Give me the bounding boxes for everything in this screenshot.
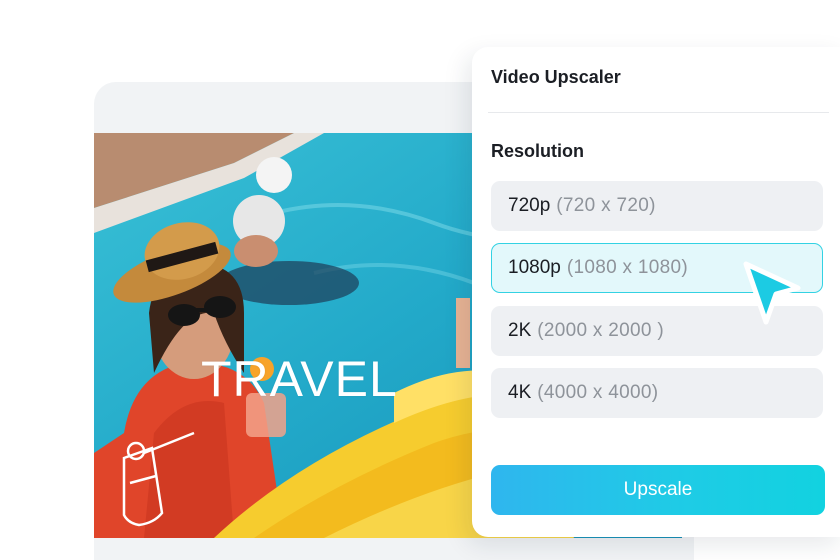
- option-dimensions: (720 x 720): [556, 195, 656, 216]
- option-name: 720p: [508, 195, 551, 216]
- resolution-option-4k[interactable]: 4K (4000 x 4000): [491, 368, 823, 418]
- option-name: 1080p: [508, 257, 561, 278]
- upscale-button[interactable]: Upscale: [491, 465, 825, 515]
- divider: [488, 112, 829, 113]
- resolution-option-720p[interactable]: 720p (720 x 720): [491, 181, 823, 231]
- panel-title: Video Upscaler: [491, 67, 621, 87]
- mouse-pointer-icon: [742, 260, 804, 333]
- option-dimensions: (1080 x 1080): [566, 257, 688, 278]
- option-dimensions: (2000 x 2000 ): [537, 320, 664, 341]
- resolution-label: Resolution: [491, 141, 584, 161]
- option-name: 2K: [508, 320, 532, 341]
- travel-overlay-text: TRAVEL: [201, 351, 398, 407]
- option-name: 4K: [508, 382, 532, 403]
- option-dimensions: (4000 x 4000): [537, 382, 659, 403]
